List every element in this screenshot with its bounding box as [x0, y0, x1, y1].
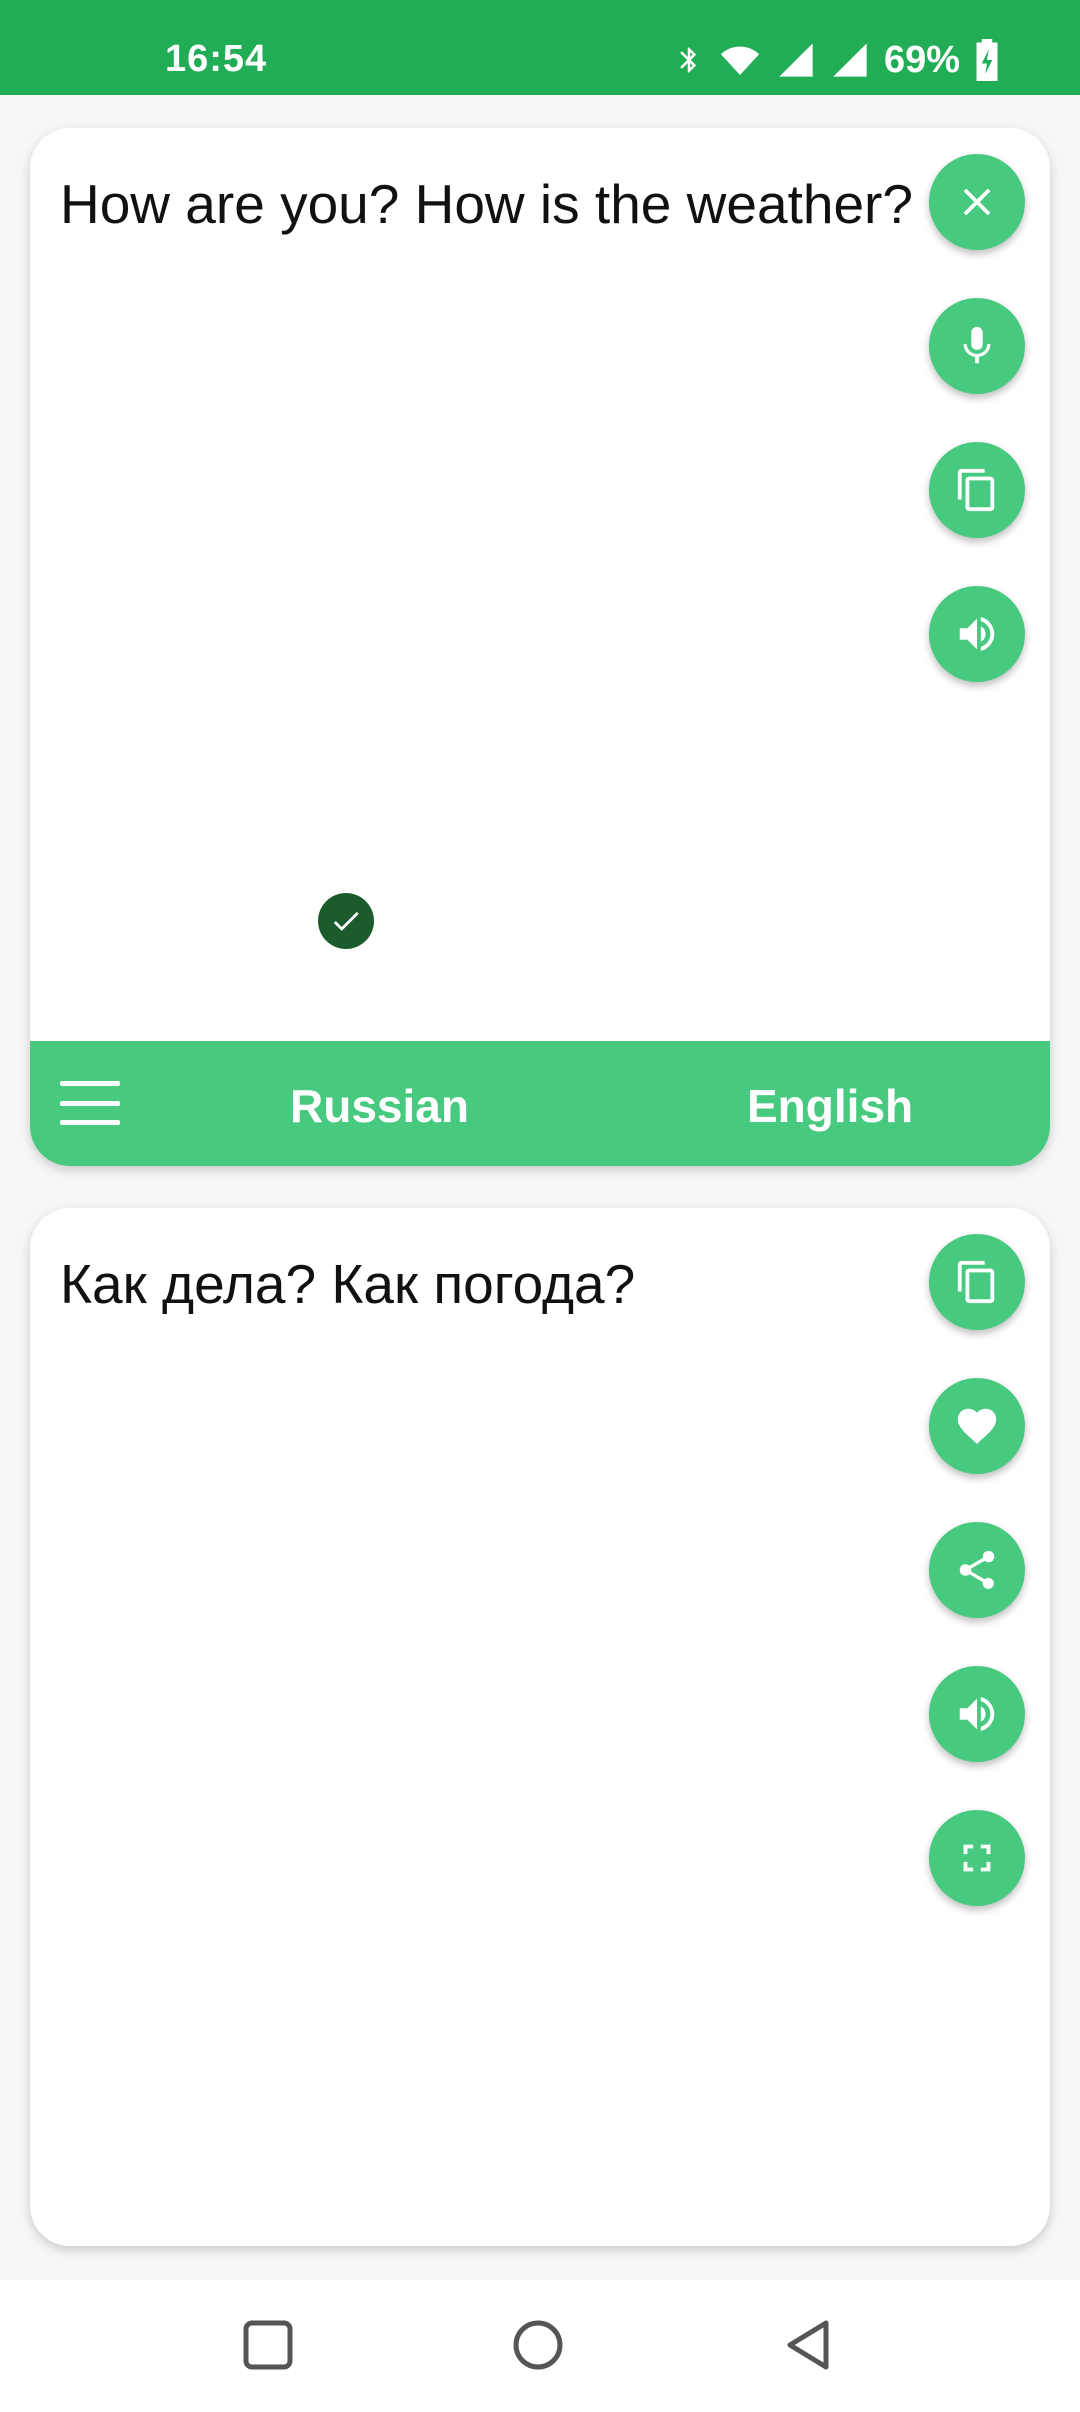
clear-button[interactable] — [929, 154, 1025, 250]
recents-button[interactable] — [233, 2310, 303, 2380]
selected-check-icon — [318, 893, 374, 949]
status-icons: 69% — [674, 36, 1000, 84]
back-button[interactable] — [773, 2310, 843, 2380]
system-navigation-bar — [0, 2280, 1080, 2412]
bluetooth-icon — [680, 47, 697, 73]
speak-input-button[interactable] — [929, 586, 1025, 682]
status-time: 16:54 — [165, 38, 268, 80]
copy-input-button[interactable] — [929, 442, 1025, 538]
square-icon — [243, 2320, 293, 2370]
favorite-button[interactable] — [929, 1378, 1025, 1474]
home-button[interactable] — [503, 2310, 573, 2380]
triangle-back-icon — [787, 2320, 829, 2370]
signal-icon — [779, 43, 813, 77]
speak-output-button[interactable] — [929, 1666, 1025, 1762]
input-panel: How are you? How is the weather? Russian… — [30, 128, 1050, 1166]
copy-icon — [957, 468, 995, 512]
language-bar: Russian English — [30, 1041, 1050, 1166]
signal-icon — [833, 43, 867, 77]
close-icon — [963, 188, 991, 216]
microphone-icon — [963, 326, 991, 364]
battery-charging-icon — [976, 39, 998, 81]
fullscreen-icon — [963, 1844, 991, 1872]
share-button[interactable] — [929, 1522, 1025, 1618]
input-text[interactable]: How are you? How is the weather? — [60, 168, 920, 240]
heart-icon — [957, 1408, 997, 1445]
copy-icon — [957, 1260, 995, 1304]
battery-percentage: 69% — [883, 38, 960, 81]
menu-icon[interactable] — [60, 1081, 120, 1125]
target-language-button[interactable]: English — [747, 1079, 913, 1133]
copy-output-button[interactable] — [929, 1234, 1025, 1330]
fullscreen-button[interactable] — [929, 1810, 1025, 1906]
share-icon — [959, 1550, 995, 1589]
speaker-icon — [959, 617, 995, 651]
source-language-button[interactable]: Russian — [290, 1079, 469, 1133]
wifi-icon — [720, 46, 760, 75]
voice-input-button[interactable] — [929, 298, 1025, 394]
output-panel: Как дела? Как погода? — [30, 1208, 1050, 2246]
output-text: Как дела? Как погода? — [60, 1253, 636, 1315]
speaker-icon — [959, 1697, 995, 1731]
circle-icon — [513, 2320, 563, 2370]
status-bar: 16:54 69% — [0, 0, 1080, 95]
